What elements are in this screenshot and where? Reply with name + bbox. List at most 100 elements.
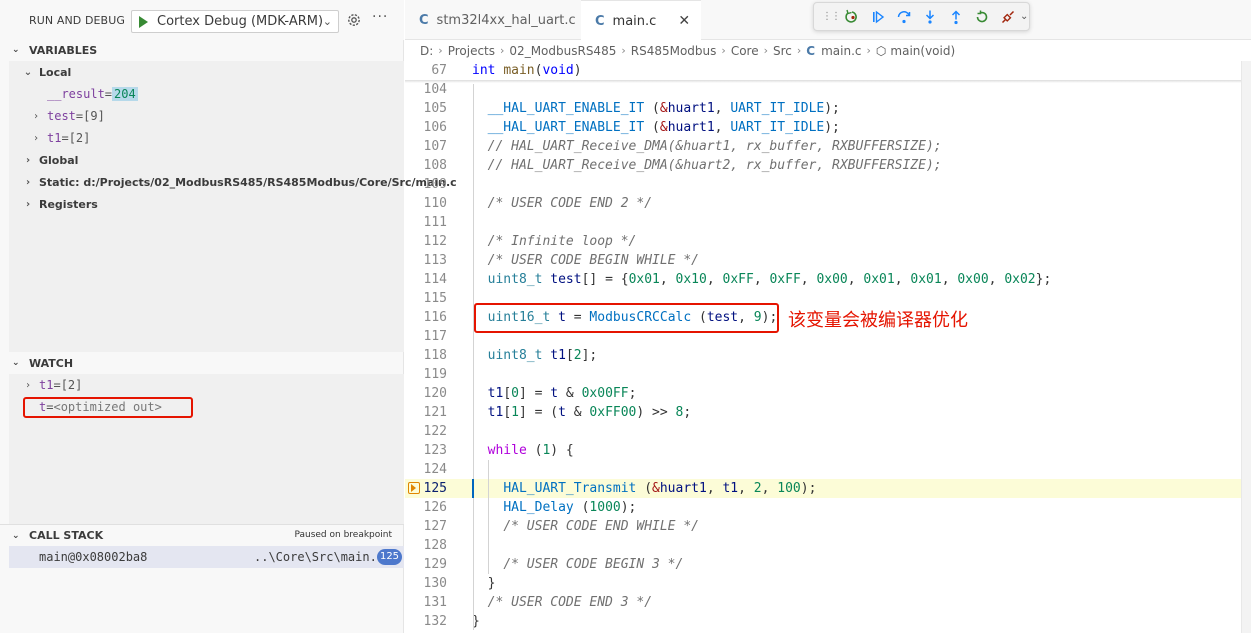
line-number[interactable]: 132 xyxy=(405,612,447,631)
breadcrumb-file[interactable]: main.c xyxy=(821,44,861,58)
variable-item[interactable]: __result = 204 xyxy=(47,83,138,105)
code-line[interactable]: 105 __HAL_UART_ENABLE_IT (&huart1, UART_… xyxy=(405,99,1251,118)
call-stack-frame[interactable]: main@0x08002ba8 ..\Core\Src\main.c 125 xyxy=(9,546,404,568)
start-debug-icon[interactable] xyxy=(139,15,148,28)
code-line[interactable]: 126 HAL_Delay (1000); xyxy=(405,498,1251,517)
line-number[interactable]: 108 xyxy=(405,156,447,175)
drag-handle-icon[interactable]: ⋮⋮ xyxy=(822,11,841,22)
line-number[interactable]: 128 xyxy=(405,536,447,555)
line-number[interactable]: 114 xyxy=(405,270,447,289)
reset-icon[interactable] xyxy=(840,5,864,29)
restart-icon[interactable] xyxy=(970,5,994,29)
line-number[interactable]: 116 xyxy=(405,308,447,327)
code-line[interactable]: 131 /* USER CODE END 3 */ xyxy=(405,593,1251,612)
breadcrumb-item[interactable]: RS485Modbus xyxy=(631,44,717,58)
gear-icon[interactable] xyxy=(346,12,362,28)
scope-static-label: Static: d:/Projects/02_ModbusRS485/RS485… xyxy=(39,175,457,189)
code-line[interactable]: 132} xyxy=(405,612,1251,631)
code-line[interactable]: 127 /* USER CODE END WHILE */ xyxy=(405,517,1251,536)
line-number[interactable]: 111 xyxy=(405,213,447,232)
step-out-icon[interactable] xyxy=(944,5,968,29)
variable-item[interactable]: › test = [9] xyxy=(30,105,105,127)
line-number[interactable]: 124 xyxy=(405,460,447,479)
continue-icon[interactable] xyxy=(866,5,890,29)
call-stack-section-header[interactable]: ⌄ CALL STACK Paused on breakpoint xyxy=(0,524,404,546)
breadcrumb-item[interactable]: Core xyxy=(731,44,759,58)
code-line[interactable]: 121 t1[1] = (t & 0xFF00) >> 8; xyxy=(405,403,1251,422)
breadcrumb-item[interactable]: D: xyxy=(420,44,433,58)
code-line[interactable]: 118 uint8_t t1[2]; xyxy=(405,346,1251,365)
close-icon[interactable]: ✕ xyxy=(678,13,690,29)
watch-section-header[interactable]: ⌄ WATCH xyxy=(0,352,404,374)
code-line[interactable]: 129 /* USER CODE BEGIN 3 */ xyxy=(405,555,1251,574)
line-number[interactable]: 131 xyxy=(405,593,447,612)
line-number[interactable]: 130 xyxy=(405,574,447,593)
breadcrumb-item[interactable]: Src xyxy=(773,44,792,58)
line-number[interactable]: 109 xyxy=(405,175,447,194)
code-line[interactable]: 107 // HAL_UART_Receive_DMA(&huart1, rx_… xyxy=(405,137,1251,156)
line-number[interactable]: 123 xyxy=(405,441,447,460)
more-actions-icon[interactable]: ··· xyxy=(372,9,388,25)
line-number[interactable]: 122 xyxy=(405,422,447,441)
code-line[interactable]: 122 xyxy=(405,422,1251,441)
scrollbar[interactable] xyxy=(1241,61,1251,633)
variables-section-header[interactable]: ⌄ VARIABLES xyxy=(0,39,404,61)
breadcrumb-symbol[interactable]: main(void) xyxy=(890,44,955,58)
line-number[interactable]: 129 xyxy=(405,555,447,574)
variable-item[interactable]: › t1 = [2] xyxy=(30,127,90,149)
breakpoint-current-icon[interactable] xyxy=(408,482,420,494)
variables-scope-local[interactable]: ⌄ Local xyxy=(22,61,71,83)
code-line[interactable]: 112 /* Infinite loop */ xyxy=(405,232,1251,251)
code-line[interactable]: 106 __HAL_UART_ENABLE_IT (&huart1, UART_… xyxy=(405,118,1251,137)
line-number[interactable]: 119 xyxy=(405,365,447,384)
code-line[interactable]: 111 xyxy=(405,213,1251,232)
step-into-icon[interactable] xyxy=(918,5,942,29)
code-line[interactable]: 113 /* USER CODE BEGIN WHILE */ xyxy=(405,251,1251,270)
line-number[interactable]: 126 xyxy=(405,498,447,517)
code-line[interactable]: 109 xyxy=(405,175,1251,194)
debug-config-select[interactable]: Cortex Debug (MDK-ARM) ⌄ xyxy=(131,10,339,33)
code-token: HAL_Delay xyxy=(503,500,574,515)
tab-main-c[interactable]: C main.c ✕ xyxy=(581,0,701,41)
code-line[interactable]: 120 t1[0] = t & 0x00FF; xyxy=(405,384,1251,403)
annotation-text: 该变量会被编译器优化 xyxy=(788,310,968,331)
code-line[interactable]: 130 } xyxy=(405,574,1251,593)
chevron-down-icon[interactable]: ⌄ xyxy=(1020,11,1028,22)
breadcrumb-item[interactable]: Projects xyxy=(448,44,495,58)
line-number[interactable]: 121 xyxy=(405,403,447,422)
line-number[interactable]: 107 xyxy=(405,137,447,156)
line-number[interactable]: 127 xyxy=(405,517,447,536)
code-line[interactable]: 128 xyxy=(405,536,1251,555)
step-over-icon[interactable] xyxy=(892,5,916,29)
code-line[interactable]: 124 xyxy=(405,460,1251,479)
variables-scope-registers[interactable]: › Registers xyxy=(22,193,98,215)
line-number[interactable]: 115 xyxy=(405,289,447,308)
code-token: , xyxy=(706,481,723,496)
tab-stm32l4xx-hal-uart[interactable]: C stm32l4xx_hal_uart.c xyxy=(419,0,599,40)
line-number[interactable]: 105 xyxy=(405,99,447,118)
line-number[interactable]: 110 xyxy=(405,194,447,213)
disconnect-icon[interactable] xyxy=(996,5,1020,29)
line-number[interactable]: 117 xyxy=(405,327,447,346)
code-token: uint8_t xyxy=(487,348,543,363)
variables-scope-global[interactable]: › Global xyxy=(22,149,79,171)
code-line[interactable]: 123 while (1) { xyxy=(405,441,1251,460)
breadcrumb-item[interactable]: 02_ModbusRS485 xyxy=(509,44,616,58)
line-number[interactable]: 67 xyxy=(405,61,447,80)
code-line[interactable]: 119 xyxy=(405,365,1251,384)
code-line[interactable]: 108 // HAL_UART_Receive_DMA(&huart2, rx_… xyxy=(405,156,1251,175)
line-number[interactable]: 120 xyxy=(405,384,447,403)
variables-scope-static[interactable]: › Static: d:/Projects/02_ModbusRS485/RS4… xyxy=(22,171,457,193)
line-number[interactable]: 113 xyxy=(405,251,447,270)
sticky-scroll-line[interactable]: 67 int main(void) xyxy=(405,61,1251,80)
watch-item[interactable]: › t1 = [2] xyxy=(22,374,82,396)
code-text: /* USER CODE BEGIN WHILE */ xyxy=(472,251,699,270)
code-line[interactable]: 114 uint8_t test[] = {0x01, 0x10, 0xFF, … xyxy=(405,270,1251,289)
line-number[interactable]: 112 xyxy=(405,232,447,251)
code-editor[interactable]: 67 int main(void) 104 105 __HAL_UART_ENABLE… xyxy=(405,61,1251,633)
code-line[interactable]: 125 HAL_UART_Transmit (&huart1, t1, 2, 1… xyxy=(405,479,1251,498)
line-number[interactable]: 106 xyxy=(405,118,447,137)
line-number[interactable]: 118 xyxy=(405,346,447,365)
code-line[interactable]: 110 /* USER CODE END 2 */ xyxy=(405,194,1251,213)
debug-config-label: Cortex Debug (MDK-ARM) xyxy=(157,14,324,29)
